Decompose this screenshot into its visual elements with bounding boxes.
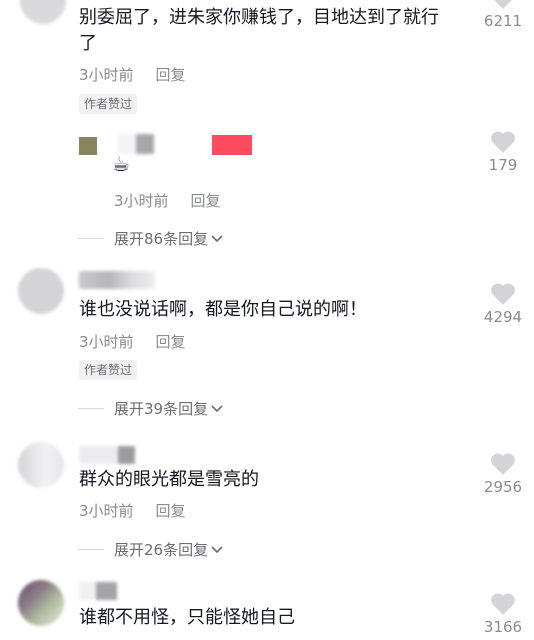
like-button[interactable]: 6211 — [473, 0, 533, 30]
timestamp: 3小时前 — [79, 333, 134, 351]
redacted-block — [212, 135, 252, 155]
comment-text: 别委屈了，进朱家你赚钱了，目地达到了就行 — [79, 7, 439, 28]
username-redacted — [79, 582, 117, 600]
like-count: 4294 — [483, 308, 523, 326]
chevron-down-icon — [211, 404, 223, 412]
chevron-down-icon — [211, 545, 223, 553]
username-redacted — [79, 446, 135, 464]
like-button[interactable]: 2956 — [473, 452, 533, 496]
avatar[interactable] — [20, 0, 66, 24]
avatar[interactable] — [79, 137, 97, 155]
like-button[interactable]: 4294 — [473, 282, 533, 326]
timestamp: 3小时前 — [79, 502, 134, 520]
timestamp: 3小时前 — [114, 192, 169, 210]
comment-meta: 3小时前 回复 — [79, 64, 186, 85]
heart-icon — [491, 131, 515, 153]
like-button[interactable]: 3166 — [473, 592, 533, 636]
heart-icon — [491, 593, 515, 615]
comment-meta: 3小时前 回复 — [114, 190, 221, 211]
reply-button[interactable]: 回复 — [156, 66, 186, 84]
like-button[interactable]: 179 — [473, 130, 533, 174]
heart-icon — [491, 283, 515, 305]
comment-text: 谁都不用怪，只能怪她自己 — [79, 607, 295, 628]
reply-button[interactable]: 回复 — [156, 502, 186, 520]
timestamp: 3小时前 — [79, 66, 134, 84]
author-liked-badge: 作者赞过 — [79, 94, 138, 114]
expand-label: 展开26条回复 — [114, 541, 209, 559]
divider — [78, 549, 104, 550]
expand-label: 展开39条回复 — [114, 400, 209, 418]
expand-replies[interactable]: 展开86条回复 — [78, 228, 223, 249]
reply-button[interactable]: 回复 — [156, 333, 186, 351]
like-count: 179 — [488, 156, 518, 174]
like-count: 3166 — [483, 618, 523, 636]
heart-icon — [494, 0, 512, 9]
emoji-coffee: ☕ — [112, 152, 130, 176]
avatar[interactable] — [18, 580, 64, 626]
reply-button[interactable]: 回复 — [191, 192, 221, 210]
avatar[interactable] — [18, 268, 64, 314]
avatar[interactable] — [18, 442, 64, 488]
username-redacted — [118, 134, 154, 154]
chevron-down-icon — [211, 234, 223, 242]
expand-replies[interactable]: 展开39条回复 — [78, 398, 223, 419]
comment-meta: 3小时前 回复 — [79, 500, 186, 521]
heart-icon — [491, 453, 515, 475]
author-liked-badge: 作者赞过 — [79, 360, 138, 380]
comment-text: 群众的眼光都是雪亮的 — [79, 469, 259, 490]
comment-text: 谁也没说话啊，都是你自己说的啊！ — [79, 299, 367, 320]
username-redacted — [79, 271, 155, 289]
divider — [78, 238, 104, 239]
comment-meta: 3小时前 回复 — [79, 331, 186, 352]
divider — [78, 408, 104, 409]
comment-text-continued: 了 — [79, 33, 97, 54]
like-count: 6211 — [483, 12, 523, 30]
like-count: 2956 — [483, 478, 523, 496]
expand-label: 展开86条回复 — [114, 230, 209, 248]
expand-replies[interactable]: 展开26条回复 — [78, 539, 223, 560]
